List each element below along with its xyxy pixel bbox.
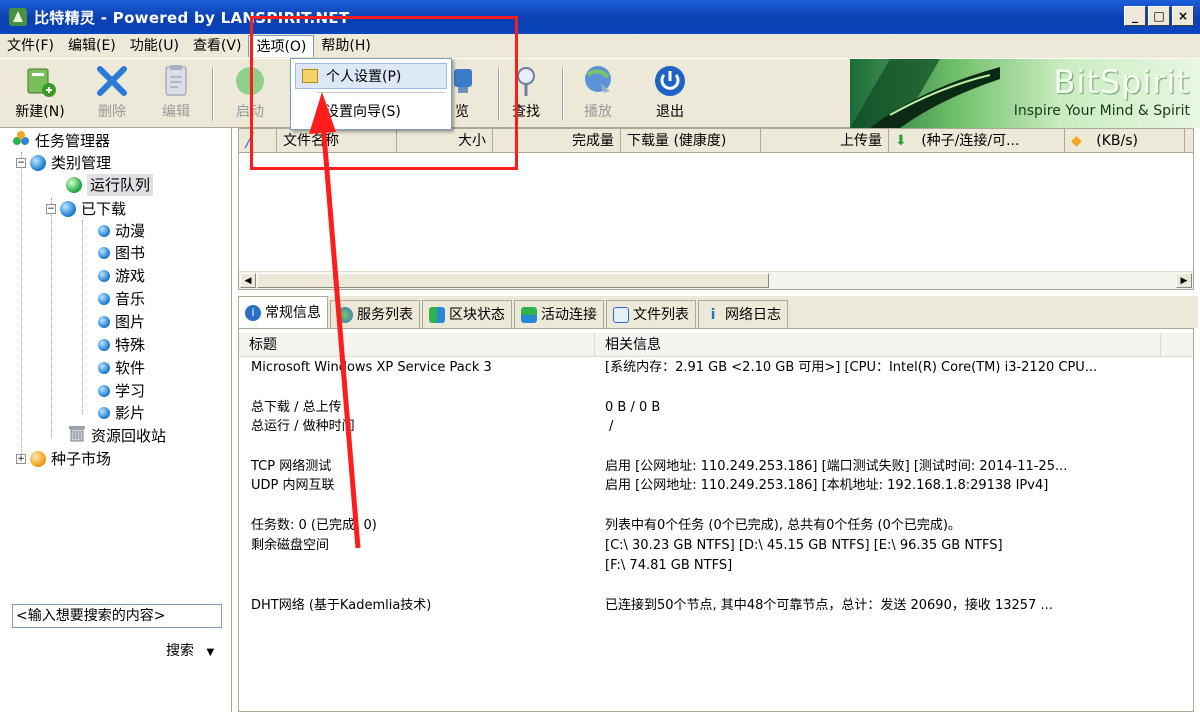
annotation-arrow [309,92,361,549]
